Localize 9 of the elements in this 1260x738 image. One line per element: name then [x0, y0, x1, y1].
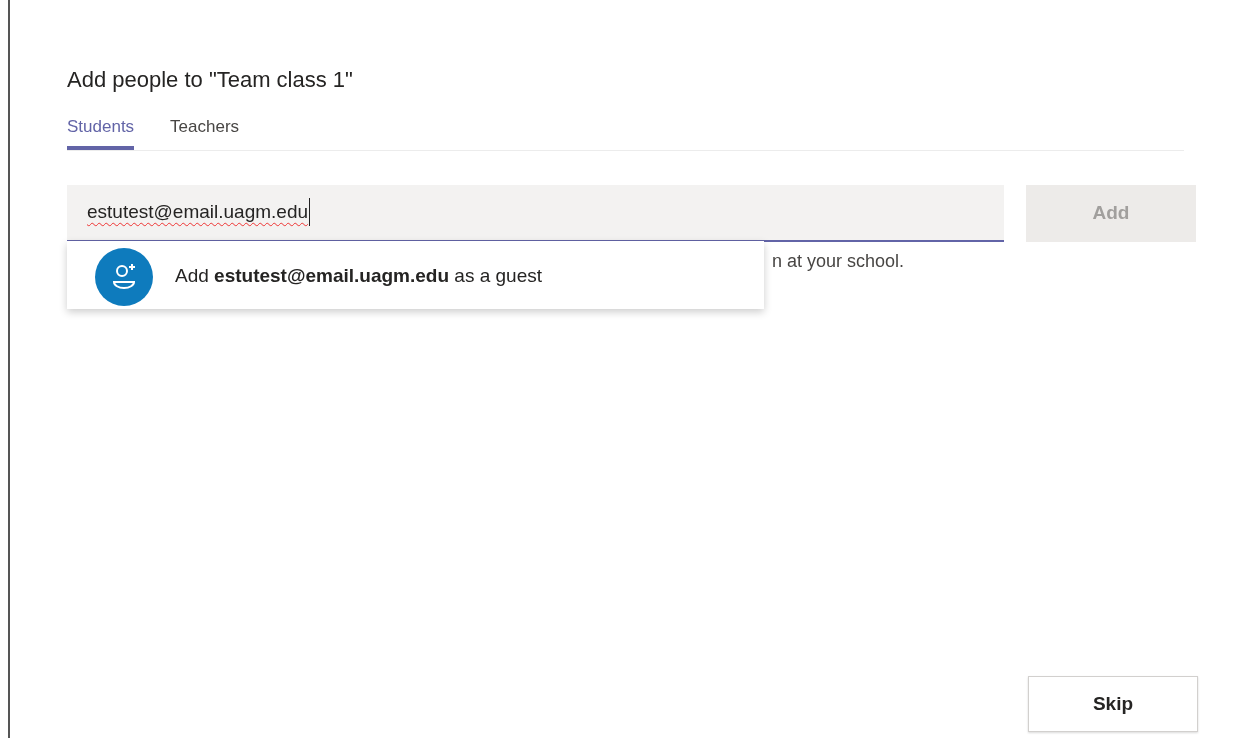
suggestion-text: Add estutest@email.uagm.edu as a guest — [175, 264, 543, 289]
tab[interactable]: Teachers — [170, 114, 240, 150]
skip-button[interactable]: Skip — [1028, 676, 1198, 732]
search-field[interactable]: estutest@email.uagm.edu — [67, 184, 1004, 242]
add-person-icon — [95, 247, 153, 306]
tab[interactable]: Students — [67, 114, 135, 150]
guest-suggestion[interactable]: Add estutest@email.uagm.edu as a guest — [67, 240, 764, 309]
helper-text: n at your school. — [772, 250, 905, 271]
dialog-title: Add people to "Team class 1" — [67, 66, 354, 94]
